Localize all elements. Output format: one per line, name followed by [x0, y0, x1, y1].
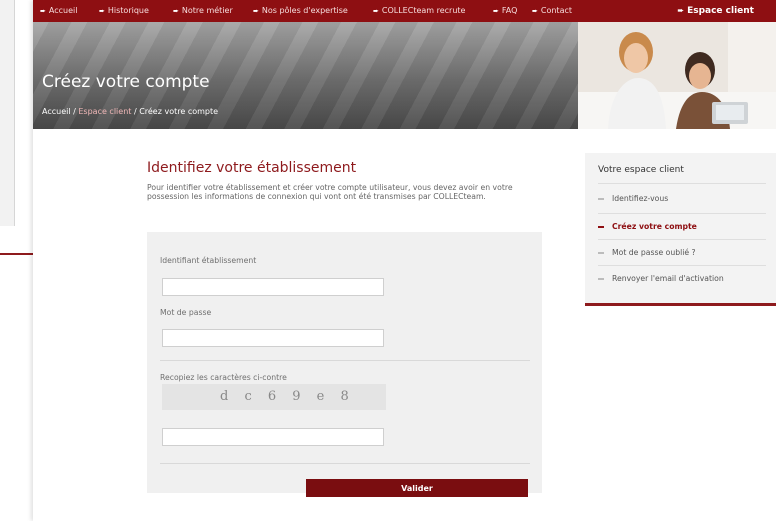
- nav-item-notre-metier[interactable]: ➨ Notre métier: [173, 5, 233, 17]
- nav-item-contact[interactable]: ➨ Contact: [532, 5, 572, 17]
- client-sidebar: Votre espace client Identifiez-vous Crée…: [585, 153, 776, 306]
- page-banner: Créez votre compte Accueil / Espace clie…: [33, 22, 578, 129]
- people-laptop-illustration: [578, 22, 776, 129]
- arrow-right-icon: ➨: [677, 6, 685, 15]
- arrow-right-icon: ➨: [99, 7, 105, 15]
- breadcrumb-current: Créez votre compte: [139, 107, 219, 116]
- sidebar-item-mot-de-passe-oublie[interactable]: Mot de passe oublié ?: [598, 241, 766, 265]
- sidebar-item-identifiez-vous[interactable]: Identifiez-vous: [598, 187, 766, 211]
- captcha-label: Recopiez les caractères ci-contre: [160, 373, 287, 382]
- nav-item-recrute[interactable]: ➨ COLLECteam recrute: [373, 5, 465, 17]
- page-title: Créez votre compte: [42, 72, 210, 92]
- top-navigation: ➨ Accueil ➨ Historique ➨ Notre métier ➨ Nos …: [33, 0, 776, 22]
- left-background-panel: [0, 0, 15, 226]
- nav-item-historique[interactable]: ➨ Historique: [99, 5, 149, 17]
- breadcrumb-espace-client[interactable]: Espace client: [78, 107, 131, 116]
- password-input[interactable]: [162, 329, 384, 347]
- password-label: Mot de passe: [160, 308, 212, 317]
- dash-icon: [598, 252, 604, 254]
- nav-item-poles-expertise[interactable]: ➨ Nos pôles d'expertise: [253, 5, 348, 17]
- nav-item-faq[interactable]: ➨ FAQ: [493, 5, 517, 17]
- captcha-image: d c 6 9 e 8: [162, 384, 386, 410]
- arrow-right-icon: ➨: [493, 7, 499, 15]
- breadcrumb: Accueil / Espace client / Créez votre co…: [42, 107, 219, 116]
- form-divider: [160, 360, 530, 361]
- website-frame: ➨ Accueil ➨ Historique ➨ Notre métier ➨ Nos …: [33, 0, 776, 521]
- sidebar-item-creez-votre-compte[interactable]: Créez votre compte: [598, 215, 766, 239]
- arrow-right-icon: ➨: [253, 7, 259, 15]
- identifiant-input[interactable]: [162, 278, 384, 296]
- account-creation-form: Identifiant établissement Mot de passe R…: [147, 232, 542, 497]
- intro-text: Pour identifier votre établissement et c…: [147, 183, 513, 201]
- form-divider: [160, 463, 530, 464]
- nav-espace-client[interactable]: ➨ Espace client: [677, 5, 754, 17]
- identifiant-label: Identifiant établissement: [160, 256, 257, 265]
- dash-icon: [598, 226, 604, 228]
- valider-button[interactable]: Valider: [306, 479, 528, 497]
- breadcrumb-accueil[interactable]: Accueil: [42, 107, 71, 116]
- nav-item-accueil[interactable]: ➨ Accueil: [40, 5, 77, 17]
- dash-icon: [598, 198, 604, 200]
- arrow-right-icon: ➨: [373, 7, 379, 15]
- arrow-right-icon: ➨: [532, 7, 538, 15]
- section-title: Identifiez votre établissement: [147, 160, 357, 176]
- sidebar-title: Votre espace client: [598, 165, 684, 175]
- sidebar-item-renvoyer-email[interactable]: Renvoyer l'email d'activation: [598, 267, 766, 291]
- banner-photo: [578, 22, 776, 129]
- captcha-text: d c 6 9 e 8: [220, 389, 355, 404]
- arrow-right-icon: ➨: [173, 7, 179, 15]
- dash-icon: [598, 278, 604, 280]
- captcha-input[interactable]: [162, 428, 384, 446]
- arrow-right-icon: ➨: [40, 7, 46, 15]
